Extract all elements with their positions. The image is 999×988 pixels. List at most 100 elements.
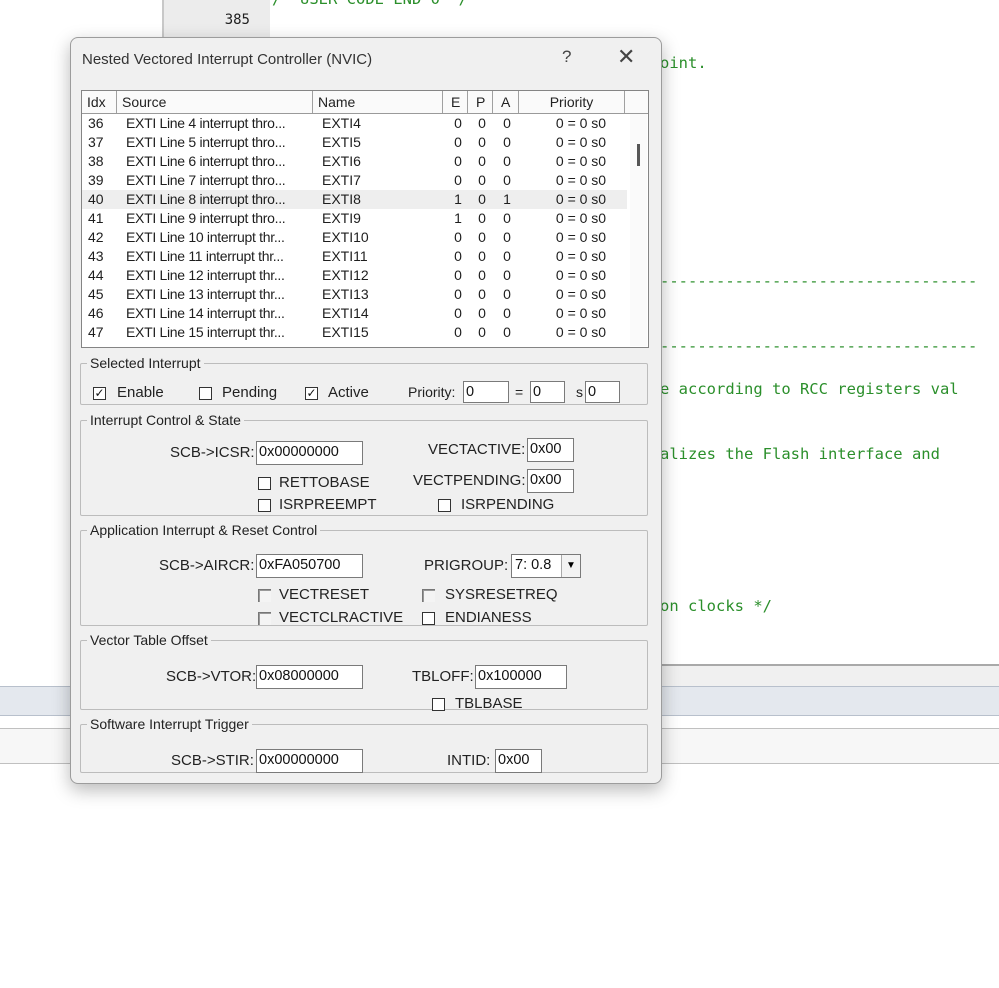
column-header-p[interactable]: P <box>468 91 493 113</box>
cell-idx: 46 <box>88 305 104 321</box>
icsr-input[interactable]: 0x00000000 <box>256 441 363 465</box>
line-number: 385 <box>224 12 250 28</box>
chevron-down-icon[interactable]: ▼ <box>561 555 580 577</box>
cell-name: EXTI7 <box>322 172 361 188</box>
stir-label: SCB->STIR: <box>171 752 254 769</box>
column-header-source[interactable]: Source <box>117 91 313 113</box>
cell-a: 1 <box>503 191 511 207</box>
cell-name: EXTI9 <box>322 210 361 226</box>
tblbase-label: TBLBASE <box>455 695 523 712</box>
cell-e: 0 <box>454 248 462 264</box>
cell-e: 0 <box>454 153 462 169</box>
cell-p: 0 <box>478 324 486 340</box>
table-row[interactable]: 39 EXTI Line 7 interrupt thro... EXTI7 0 0 0 0… <box>82 171 627 190</box>
vectclractive-checkbox[interactable] <box>258 612 271 625</box>
cell-name: EXTI14 <box>322 305 369 321</box>
cell-e: 0 <box>454 267 462 283</box>
aircr-input[interactable]: 0xFA050700 <box>256 554 363 578</box>
cell-priority: 0 = 0 s0 <box>555 191 607 207</box>
cell-priority: 0 = 0 s0 <box>555 134 607 150</box>
column-header-name[interactable]: Name <box>313 91 443 113</box>
cell-name: EXTI10 <box>322 229 369 245</box>
vectreset-label: VECTRESET <box>279 586 370 603</box>
active-label: Active <box>328 384 369 401</box>
selected-interrupt-group: Selected Interrupt ✓ Enable Pending ✓ Ac… <box>80 355 648 405</box>
cell-idx: 37 <box>88 134 104 150</box>
column-header-idx[interactable]: Idx <box>82 91 117 113</box>
isrpreempt-checkbox[interactable] <box>258 499 271 512</box>
vector-table-offset-group: Vector Table Offset SCB->VTOR: 0x0800000… <box>80 632 648 712</box>
cell-priority: 0 = 0 s0 <box>555 267 607 283</box>
table-row[interactable]: 45 EXTI Line 13 interrupt thr... EXTI13 0 0 0… <box>82 285 627 304</box>
cell-name: EXTI8 <box>322 191 361 207</box>
table-row[interactable]: 46 EXTI Line 14 interrupt thr... EXTI14 0 0 0… <box>82 304 627 323</box>
table-row[interactable]: 42 EXTI Line 10 interrupt thr... EXTI10 0 0 0… <box>82 228 627 247</box>
code-line: oint. <box>660 54 707 72</box>
cell-a: 0 <box>503 324 511 340</box>
cell-e: 0 <box>454 229 462 245</box>
cell-p: 0 <box>478 267 486 283</box>
nvic-dialog: Nested Vectored Interrupt Controller (NV… <box>70 37 662 784</box>
endianess-checkbox[interactable] <box>422 612 435 625</box>
cell-priority: 0 = 0 s0 <box>555 324 607 340</box>
code-line: on clocks */ <box>660 597 772 615</box>
cell-source: EXTI Line 14 interrupt thr... <box>126 305 285 321</box>
isrpending-checkbox[interactable] <box>438 499 451 512</box>
vectreset-checkbox[interactable] <box>258 589 271 602</box>
code-line: e according to RCC registers val <box>660 380 959 398</box>
tbloff-input[interactable]: 0x100000 <box>475 665 567 689</box>
cell-source: EXTI Line 6 interrupt thro... <box>126 153 286 169</box>
intid-input[interactable]: 0x00 <box>495 749 542 773</box>
tblbase-checkbox[interactable] <box>432 698 445 711</box>
cell-priority: 0 = 0 s0 <box>555 229 607 245</box>
group-priority-input[interactable]: 0 <box>530 381 565 403</box>
list-scrollbar[interactable] <box>630 114 647 346</box>
stir-input[interactable]: 0x00000000 <box>256 749 363 773</box>
cell-source: EXTI Line 4 interrupt thro... <box>126 115 286 131</box>
editor-hscrollbar[interactable] <box>660 664 999 688</box>
aircr-label: SCB->AIRCR: <box>159 557 255 574</box>
priority-input[interactable]: 0 <box>463 381 509 403</box>
help-button[interactable]: ? <box>562 47 571 67</box>
pending-checkbox[interactable] <box>199 387 212 400</box>
cell-source: EXTI Line 9 interrupt thro... <box>126 210 286 226</box>
cell-source: EXTI Line 13 interrupt thr... <box>126 286 285 302</box>
cell-a: 0 <box>503 172 511 188</box>
column-header-e[interactable]: E <box>443 91 468 113</box>
rettobase-checkbox[interactable] <box>258 477 271 490</box>
close-button[interactable]: ✕ <box>617 44 635 70</box>
table-row[interactable]: 44 EXTI Line 12 interrupt thr... EXTI12 0 0 0… <box>82 266 627 285</box>
column-header-priority[interactable]: Priority <box>519 91 625 113</box>
scrollbar-thumb[interactable] <box>637 144 640 166</box>
cell-priority: 0 = 0 s0 <box>555 210 607 226</box>
prigroup-value: 7: 0.8 <box>515 557 552 573</box>
interrupt-list[interactable]: Idx Source Name E P A Priority 36 EXTI Li… <box>81 90 649 348</box>
table-row[interactable]: 43 EXTI Line 11 interrupt thr... EXTI11 0 0 0… <box>82 247 627 266</box>
enable-checkbox[interactable]: ✓ <box>93 387 106 400</box>
active-checkbox[interactable]: ✓ <box>305 387 318 400</box>
subpriority-input[interactable]: 0 <box>585 381 620 403</box>
sysresetreq-checkbox[interactable] <box>422 589 435 602</box>
cell-a: 0 <box>503 267 511 283</box>
prigroup-select[interactable]: 7: 0.8 ▼ <box>511 554 581 578</box>
cell-e: 1 <box>454 191 462 207</box>
cell-a: 0 <box>503 210 511 226</box>
cell-p: 0 <box>478 153 486 169</box>
cell-name: EXTI15 <box>322 324 369 340</box>
table-row[interactable]: 37 EXTI Line 5 interrupt thro... EXTI5 0 0 0 0… <box>82 133 627 152</box>
vtor-input[interactable]: 0x08000000 <box>256 665 363 689</box>
column-header-a[interactable]: A <box>493 91 519 113</box>
cell-priority: 0 = 0 s0 <box>555 172 607 188</box>
code-separator: ---------------------------------- <box>660 272 978 290</box>
table-row[interactable]: 41 EXTI Line 9 interrupt thro... EXTI9 1 0 0 0… <box>82 209 627 228</box>
cell-idx: 44 <box>88 267 104 283</box>
dialog-title: Nested Vectored Interrupt Controller (NV… <box>82 51 373 68</box>
table-row[interactable]: 47 EXTI Line 15 interrupt thr... EXTI15 0 0 0… <box>82 323 627 342</box>
cell-source: EXTI Line 11 interrupt thr... <box>126 248 284 264</box>
table-row[interactable]: 40 EXTI Line 8 interrupt thro... EXTI8 1 0 1 0… <box>82 190 627 209</box>
cell-idx: 38 <box>88 153 104 169</box>
cell-p: 0 <box>478 229 486 245</box>
table-row[interactable]: 38 EXTI Line 6 interrupt thro... EXTI6 0 0 0 0… <box>82 152 627 171</box>
cell-idx: 47 <box>88 324 104 340</box>
table-row[interactable]: 36 EXTI Line 4 interrupt thro... EXTI4 0 0 0 0… <box>82 114 627 133</box>
